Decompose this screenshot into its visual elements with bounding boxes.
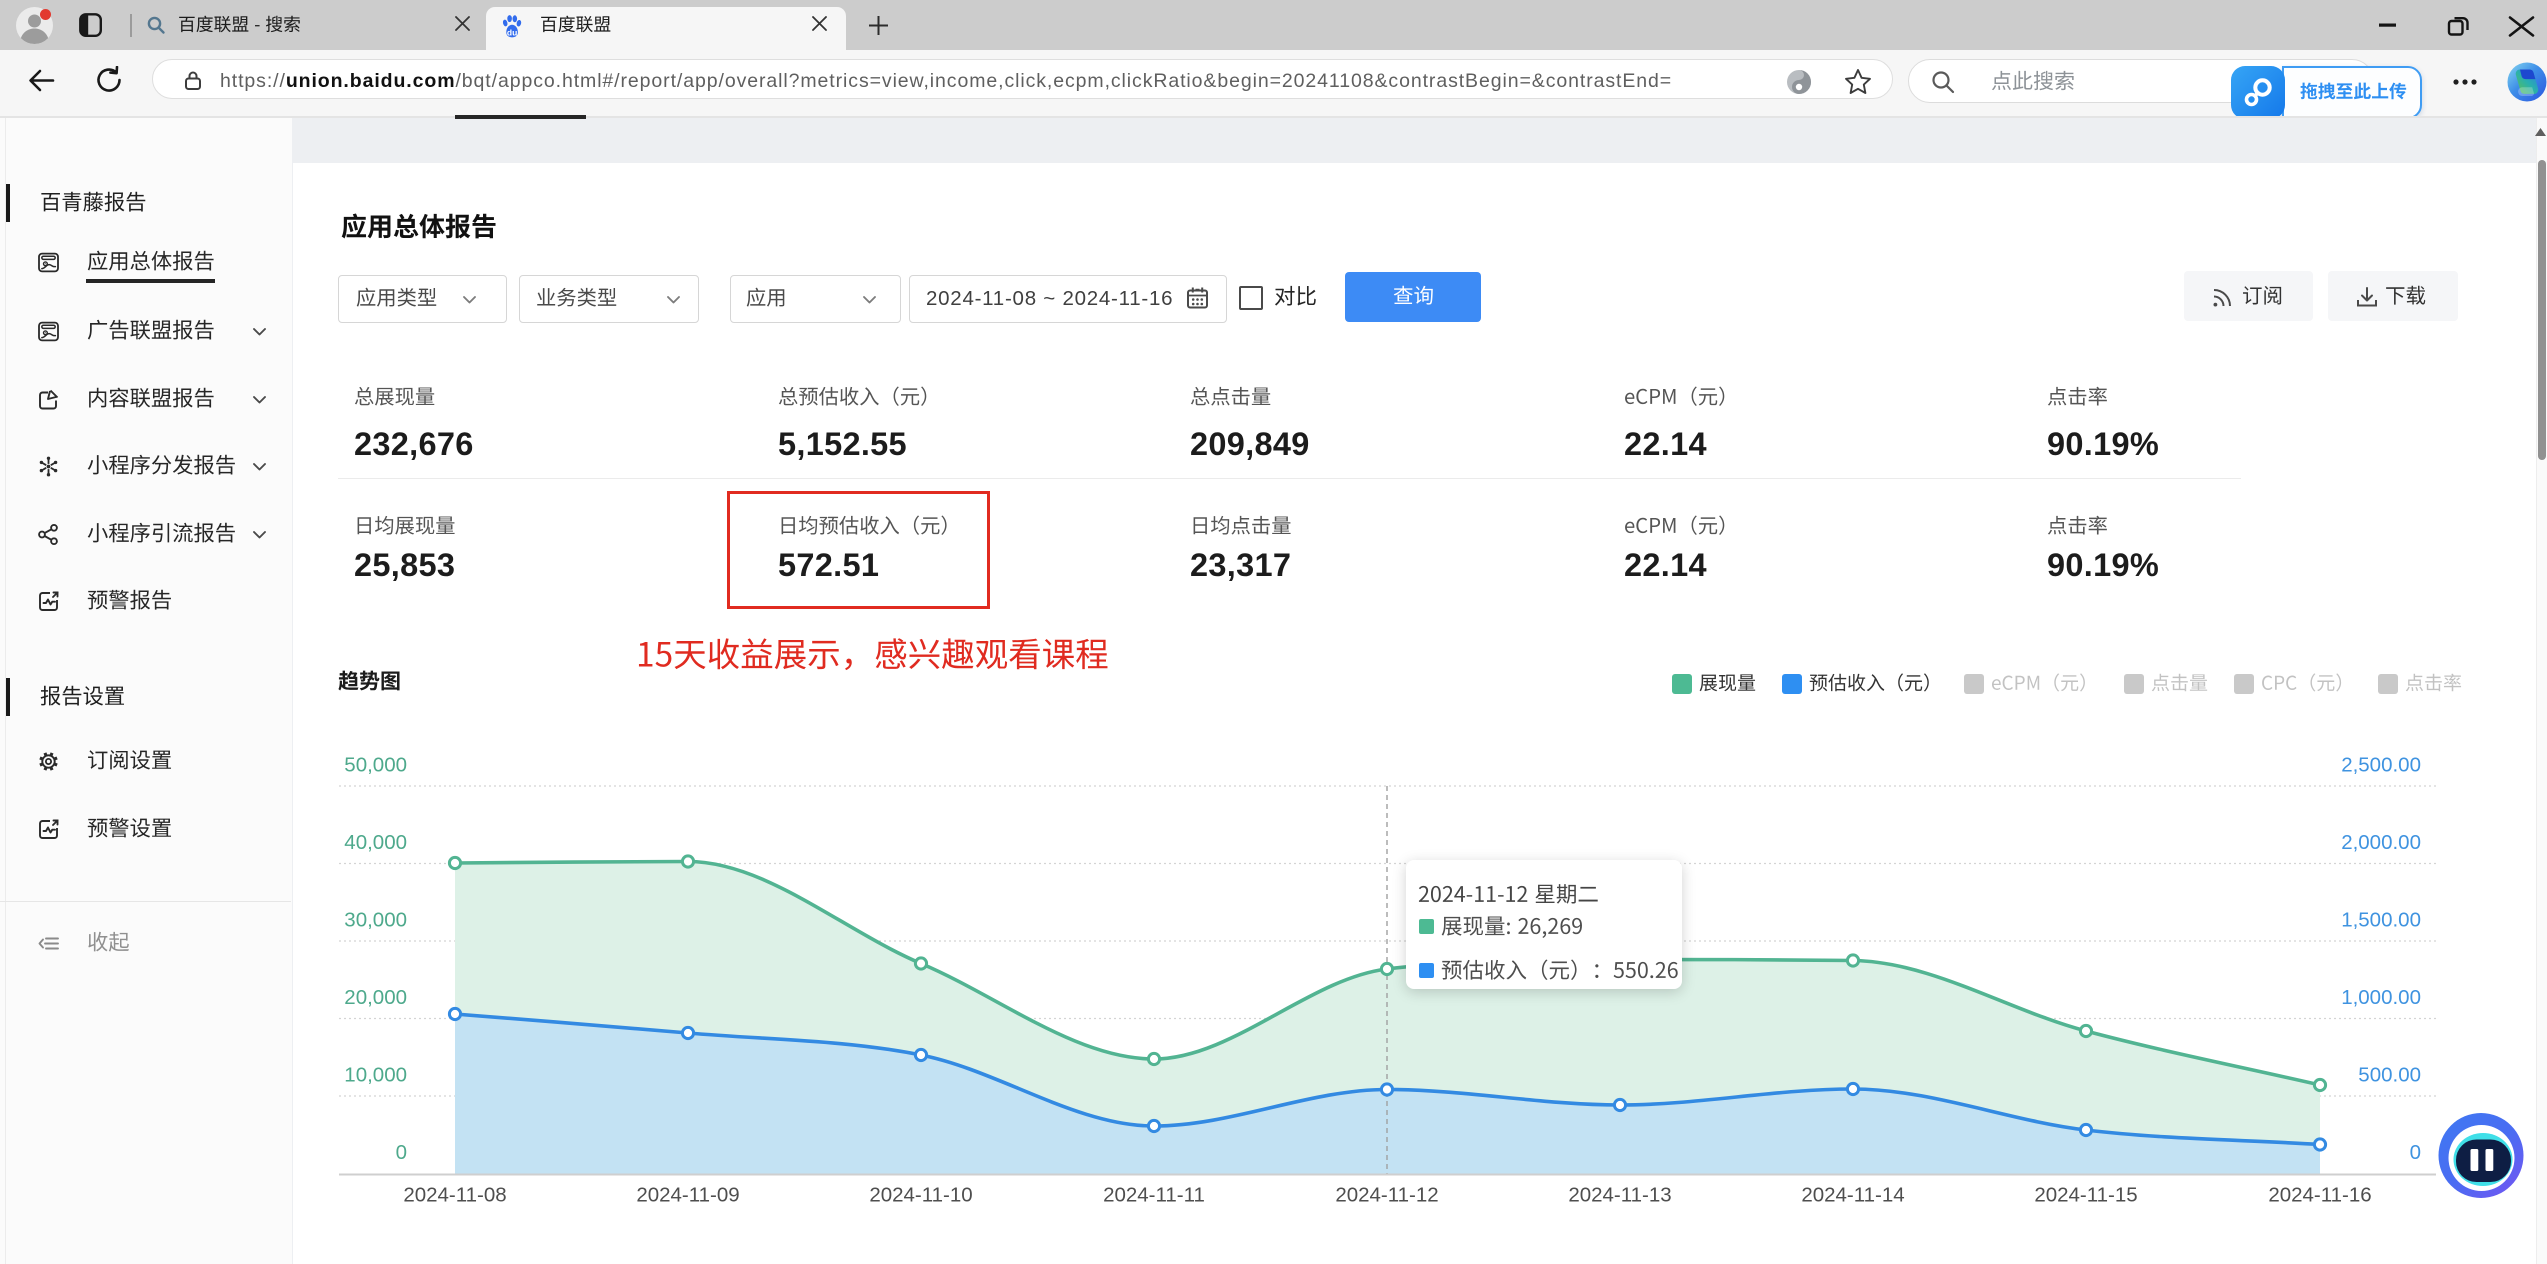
- svg-text:30,000: 30,000: [344, 909, 407, 932]
- svg-text:0: 0: [396, 1141, 407, 1164]
- svg-text:10,000: 10,000: [344, 1064, 407, 1087]
- svg-text:2024-11-16: 2024-11-16: [2268, 1184, 2371, 1207]
- svg-text:2024-11-10: 2024-11-10: [869, 1184, 972, 1207]
- svg-text:500.00: 500.00: [2358, 1064, 2421, 1087]
- svg-text:40,000: 40,000: [344, 831, 407, 854]
- svg-text:2024-11-08: 2024-11-08: [403, 1184, 506, 1207]
- svg-text:2024-11-11: 2024-11-11: [1103, 1184, 1205, 1207]
- svg-text:0: 0: [2410, 1141, 2421, 1164]
- svg-text:50,000: 50,000: [344, 754, 407, 777]
- svg-text:2024-11-09: 2024-11-09: [636, 1184, 739, 1207]
- svg-text:1,500.00: 1,500.00: [2341, 909, 2421, 932]
- svg-text:20,000: 20,000: [344, 986, 407, 1009]
- svg-text:2024-11-12: 2024-11-12: [1335, 1184, 1438, 1207]
- svg-text:1,000.00: 1,000.00: [2341, 986, 2421, 1009]
- svg-text:2024-11-15: 2024-11-15: [2034, 1184, 2137, 1207]
- svg-text:2024-11-14: 2024-11-14: [1801, 1184, 1904, 1207]
- svg-text:2024-11-13: 2024-11-13: [1568, 1184, 1671, 1207]
- svg-text:2,000.00: 2,000.00: [2341, 831, 2421, 854]
- svg-text:2,500.00: 2,500.00: [2341, 754, 2421, 777]
